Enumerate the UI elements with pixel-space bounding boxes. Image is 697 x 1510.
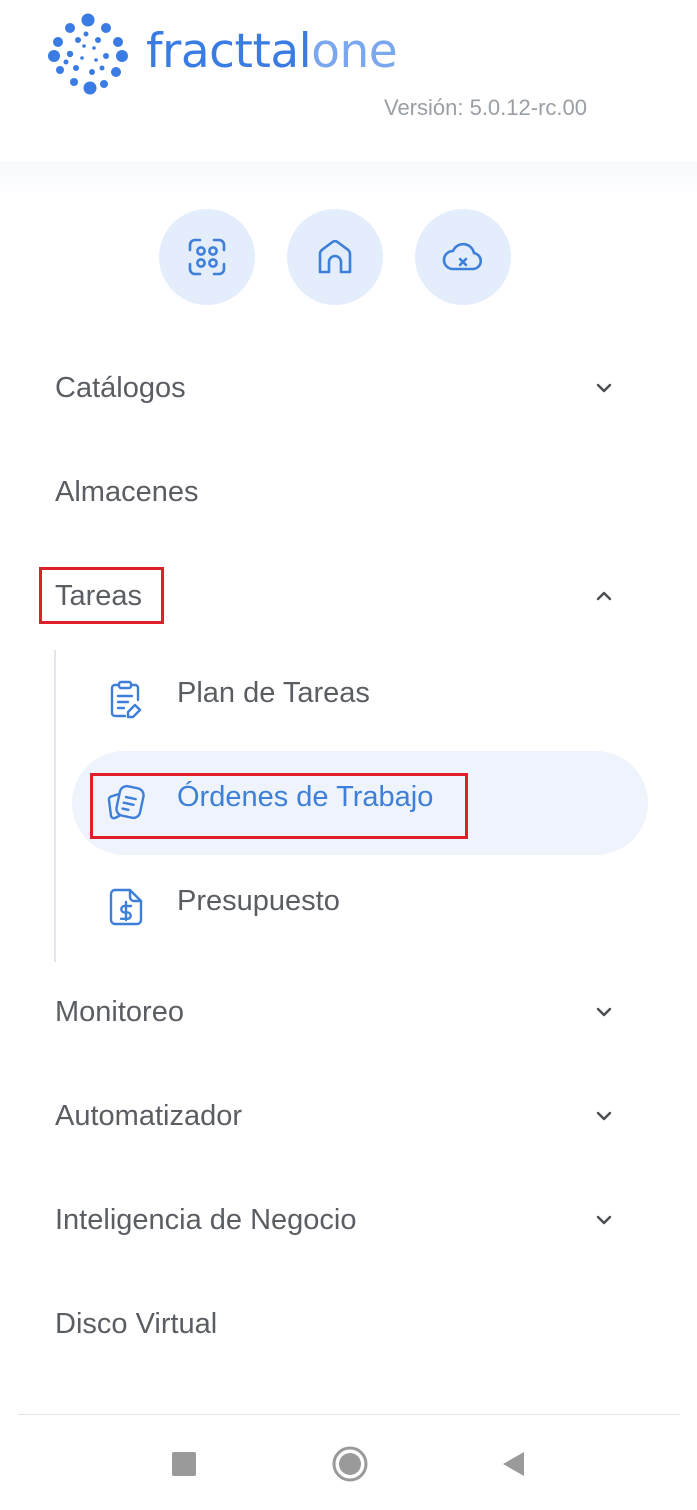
back-triangle-icon xyxy=(503,1452,524,1476)
fracttal-logo-icon xyxy=(48,13,128,95)
budget-document-icon xyxy=(109,888,143,926)
home-icon xyxy=(318,239,352,274)
chevron-up-icon xyxy=(593,585,615,607)
home-circle-icon xyxy=(332,1446,368,1482)
chevron-down-icon xyxy=(593,1209,615,1231)
home-nav-button[interactable] xyxy=(330,1444,370,1484)
chevron-down-icon xyxy=(593,1105,615,1127)
menu-item-label: Monitoreo xyxy=(55,995,184,1028)
chevron-down-icon xyxy=(593,1001,615,1023)
system-navigation-bar xyxy=(0,1414,697,1510)
submenu-item-ordenes-de-trabajo[interactable]: Órdenes de Trabajo xyxy=(72,751,648,855)
nav-divider xyxy=(18,1414,680,1415)
brand-wordmark-part2: one xyxy=(311,24,398,79)
scan-icon xyxy=(188,238,226,276)
menu-item-monitoreo[interactable]: Monitoreo xyxy=(0,967,697,1057)
menu-item-label: Almacenes xyxy=(55,475,199,508)
submenu-item-label: Órdenes de Trabajo xyxy=(177,781,434,813)
work-orders-icon xyxy=(107,784,145,820)
scan-button[interactable] xyxy=(159,209,255,305)
home-button[interactable] xyxy=(287,209,383,305)
menu-item-inteligencia-de-negocio[interactable]: Inteligencia de Negocio xyxy=(0,1175,697,1265)
menu-item-label: Disco Virtual xyxy=(55,1307,218,1340)
chevron-down-icon xyxy=(593,377,615,399)
cloud-off-icon xyxy=(442,242,483,271)
menu-item-almacenes[interactable]: Almacenes xyxy=(0,447,697,537)
menu-item-label: Tareas xyxy=(55,579,143,612)
menu-item-tareas[interactable]: Tareas xyxy=(0,551,697,641)
submenu-item-label: Plan de Tareas xyxy=(177,677,370,709)
back-button[interactable] xyxy=(494,1444,534,1484)
menu-item-label: Automatizador xyxy=(55,1099,242,1132)
submenu-item-label: Presupuesto xyxy=(177,885,340,917)
recents-button[interactable] xyxy=(164,1444,204,1484)
menu-item-label: Catálogos xyxy=(55,371,186,404)
clipboard-edit-icon xyxy=(110,680,142,719)
menu-item-label: Inteligencia de Negocio xyxy=(55,1203,357,1236)
menu-item-automatizador[interactable]: Automatizador xyxy=(0,1071,697,1161)
submenu-item-presupuesto[interactable]: Presupuesto xyxy=(72,855,648,959)
offline-cloud-button[interactable] xyxy=(415,209,511,305)
menu-item-disco-virtual[interactable]: Disco Virtual xyxy=(0,1279,697,1369)
app-header: fracttalone Versión: 5.0.12-rc.00 xyxy=(0,0,697,162)
brand-wordmark: fracttalone xyxy=(146,24,398,80)
menu-item-catalogos[interactable]: Catálogos xyxy=(0,343,697,433)
brand-wordmark-part1: fracttal xyxy=(146,24,312,79)
submenu-indent-line xyxy=(54,650,56,962)
submenu-item-plan-de-tareas[interactable]: Plan de Tareas xyxy=(72,647,648,751)
version-label: Versión: 5.0.12-rc.00 xyxy=(383,95,587,120)
stop-icon xyxy=(172,1452,196,1476)
